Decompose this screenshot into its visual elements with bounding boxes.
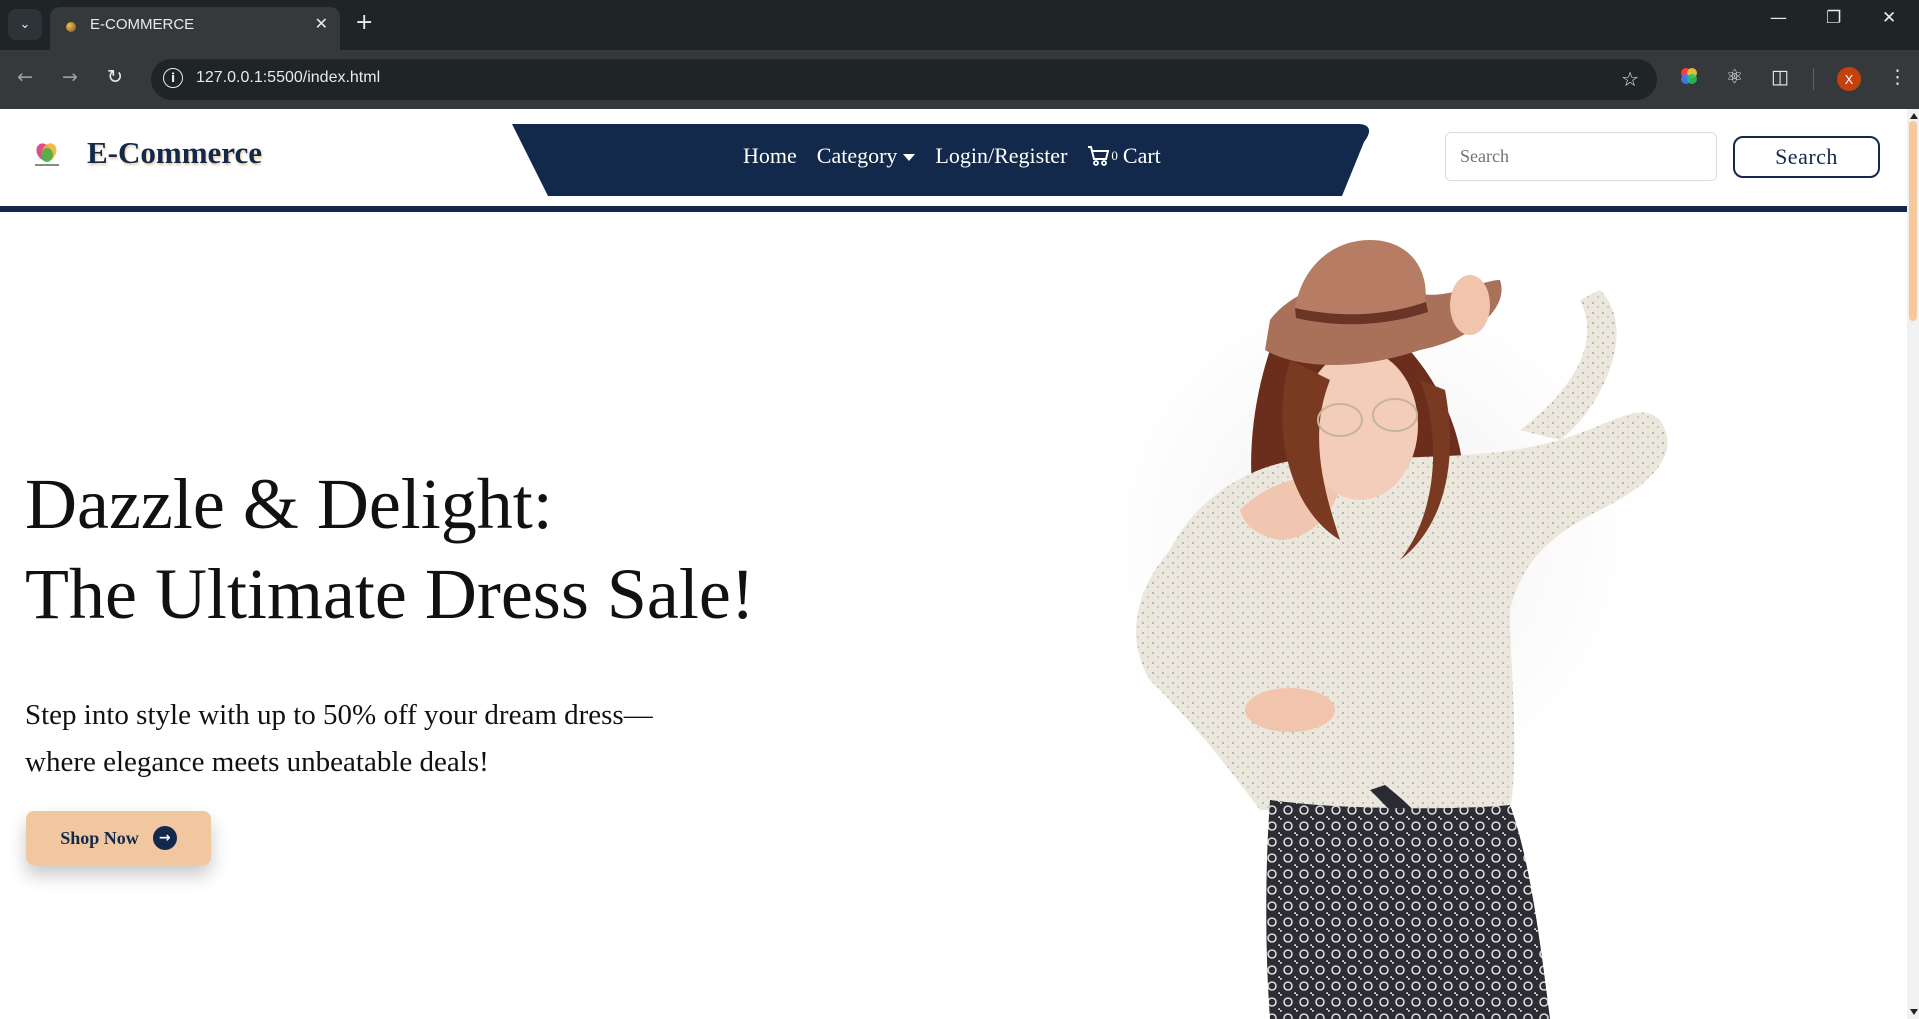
- url-text[interactable]: 127.0.0.1:5500/index.html: [196, 69, 380, 87]
- nav-category[interactable]: Category: [817, 143, 916, 169]
- new-tab-icon[interactable]: +: [355, 10, 373, 35]
- close-window-icon[interactable]: ✕: [1882, 8, 1896, 28]
- brand-name[interactable]: E-Commerce: [87, 135, 262, 171]
- search-button[interactable]: Search: [1733, 136, 1880, 178]
- browser-tab[interactable]: E-COMMERCE ✕: [50, 7, 340, 50]
- search-input[interactable]: [1445, 132, 1717, 181]
- web-page: E-Commerce Home Category Login/Register …: [0, 109, 1919, 1019]
- tab-list-button[interactable]: ⌄: [8, 9, 42, 40]
- cart-label: Cart: [1122, 143, 1161, 168]
- shop-now-label: Shop Now: [60, 827, 139, 848]
- cart-count: 0: [1111, 148, 1118, 163]
- tab-title: E-COMMERCE: [90, 16, 195, 33]
- scroll-up-arrow-icon[interactable]: [1910, 113, 1918, 119]
- extensions-puzzle-icon[interactable]: ◫: [1771, 66, 1789, 88]
- scroll-down-arrow-icon[interactable]: [1910, 1009, 1918, 1015]
- back-icon[interactable]: ←: [17, 66, 33, 88]
- hero-model-image: [1040, 220, 1700, 1019]
- menu-kebab-icon[interactable]: ⋮: [1888, 66, 1907, 88]
- nav-cart[interactable]: 0 Cart: [1087, 143, 1161, 169]
- hero-desc-line2: where elegance meets unbeatable deals!: [25, 746, 489, 778]
- main-nav: Home Category Login/Register 0 Cart: [743, 143, 1181, 169]
- hero-title: Dazzle & Delight: The Ultimate Dress Sal…: [25, 459, 755, 639]
- reload-icon[interactable]: ↻: [107, 66, 123, 88]
- page-scrollbar[interactable]: [1907, 109, 1919, 1019]
- caret-down-icon: [903, 154, 916, 162]
- close-tab-icon[interactable]: ✕: [315, 14, 328, 33]
- chevron-down-icon: ⌄: [19, 17, 31, 32]
- forward-icon[interactable]: →: [62, 66, 78, 88]
- brand-logo-icon[interactable]: [32, 139, 62, 169]
- nav-login-register[interactable]: Login/Register: [935, 143, 1067, 169]
- toolbar-divider: [1813, 68, 1814, 90]
- minimize-icon[interactable]: —: [1770, 8, 1787, 28]
- profile-avatar[interactable]: X: [1837, 67, 1861, 91]
- restore-icon[interactable]: ❐: [1826, 8, 1841, 28]
- hero-title-line2: The Ultimate Dress Sale!: [25, 554, 755, 634]
- site-header: E-Commerce Home Category Login/Register …: [0, 109, 1907, 212]
- cart-icon: [1088, 146, 1110, 166]
- favicon-icon: [66, 22, 76, 32]
- color-extension-icon[interactable]: [1679, 66, 1699, 91]
- browser-toolbar: ← → ↻ i 127.0.0.1:5500/index.html ☆ ⚛ ◫ …: [0, 50, 1919, 109]
- scroll-thumb[interactable]: [1909, 121, 1917, 321]
- hero-description: Step into style with up to 50% off your …: [25, 692, 745, 786]
- nav-category-label: Category: [816, 143, 898, 168]
- shop-now-button[interactable]: Shop Now →: [26, 811, 211, 865]
- hero-title-line1: Dazzle & Delight:: [25, 464, 553, 544]
- arrow-right-icon: →: [152, 826, 177, 850]
- bookmark-star-icon[interactable]: ☆: [1621, 67, 1639, 91]
- hero-desc-line1: Step into style with up to 50% off your …: [25, 699, 653, 731]
- react-devtools-icon[interactable]: ⚛: [1726, 66, 1743, 88]
- site-info-icon[interactable]: i: [163, 68, 183, 88]
- address-bar[interactable]: i 127.0.0.1:5500/index.html ☆: [151, 59, 1657, 100]
- nav-home[interactable]: Home: [743, 143, 797, 169]
- browser-tab-bar: ⌄ E-COMMERCE ✕ + — ❐ ✕: [0, 0, 1919, 50]
